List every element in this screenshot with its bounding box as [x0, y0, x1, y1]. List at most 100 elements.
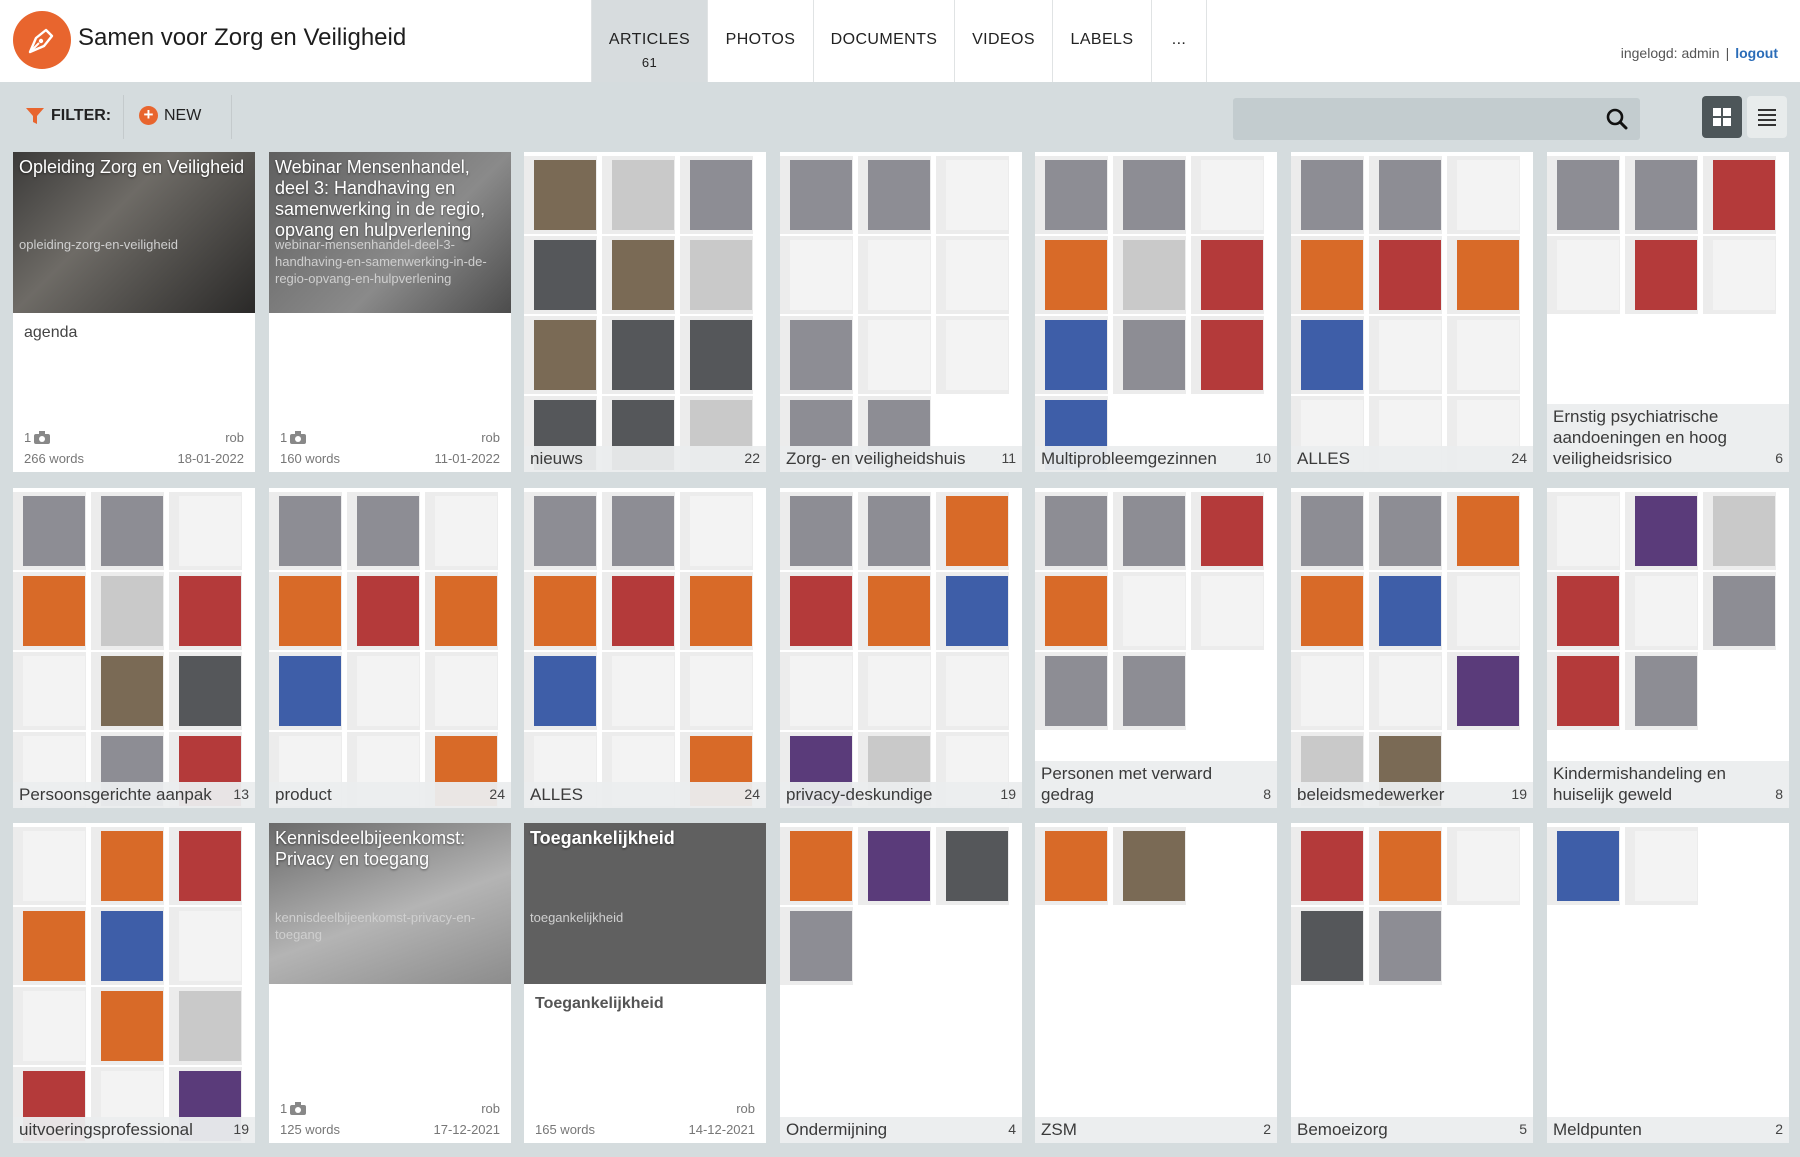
label-name: Persoonsgerichte aanpak [19, 785, 212, 804]
label-card[interactable]: ZSM 2 [1035, 823, 1277, 1143]
thumbnail [1547, 572, 1620, 650]
label-count: 6 [1775, 450, 1783, 466]
label-name: Ernstig psychiatrische aandoeningen en h… [1553, 407, 1727, 468]
thumbnail [1035, 156, 1108, 234]
label-name: uitvoeringsprofessional [19, 1120, 193, 1139]
label-count: 4 [1008, 1121, 1016, 1137]
article-author: rob [225, 430, 244, 445]
thumbnail [269, 492, 342, 570]
search-icon[interactable] [1606, 108, 1628, 130]
tab-labels[interactable]: LABELS [1052, 0, 1151, 82]
thumbnail [1291, 492, 1364, 570]
thumbnail [1113, 236, 1186, 314]
article-card[interactable]: Toegankelijkheid toegankelijkheid Toegan… [524, 823, 766, 1143]
thumbnail [602, 652, 675, 730]
thumbnail [169, 907, 242, 985]
thumbnail [1447, 156, 1520, 234]
article-card[interactable]: Webinar Mensenhandel, deel 3: Handhaving… [269, 152, 511, 472]
thumbnail [680, 572, 753, 650]
tab-videos[interactable]: VIDEOS [954, 0, 1052, 82]
thumbnail [602, 492, 675, 570]
thumbnail [858, 492, 931, 570]
thumbnail [1369, 652, 1442, 730]
label-card[interactable]: beleidsmedewerker 19 [1291, 488, 1533, 808]
thumbnail [1369, 156, 1442, 234]
thumbnail [1547, 156, 1620, 234]
thumbnail [602, 156, 675, 234]
thumbnail [91, 492, 164, 570]
funnel-icon [26, 108, 44, 124]
filter-label: FILTER: [51, 107, 112, 124]
article-title: Webinar Mensenhandel, deel 3: Handhaving… [275, 157, 486, 240]
thumbnail [91, 907, 164, 985]
article-label: agenda [24, 324, 78, 341]
label-caption: ZSM 2 [1035, 1117, 1277, 1143]
label-count: 24 [1511, 450, 1527, 466]
label-name: beleidsmedewerker [1297, 785, 1445, 804]
thumbnail [858, 572, 931, 650]
thumbnail [1113, 827, 1186, 905]
thumbnail [524, 572, 597, 650]
thumbnail [858, 316, 931, 394]
label-card[interactable]: Personen met verward gedrag 8 [1035, 488, 1277, 808]
label-card[interactable]: Ondermijning 4 [780, 823, 1022, 1143]
new-button[interactable]: + NEW [139, 106, 201, 125]
label-card[interactable]: privacy-deskundige 19 [780, 488, 1022, 808]
thumbnail [1291, 156, 1364, 234]
tab-more[interactable]: ... [1151, 0, 1207, 82]
thumbnail [1035, 316, 1108, 394]
label-card[interactable]: Ernstig psychiatrische aandoeningen en h… [1547, 152, 1789, 472]
thumbnail [680, 316, 753, 394]
article-date: 11-01-2022 [434, 451, 500, 466]
article-author: rob [481, 1101, 500, 1116]
app-logo[interactable] [13, 11, 71, 69]
thumbnail [936, 572, 1009, 650]
thumbnail [13, 492, 86, 570]
list-view-button[interactable] [1747, 96, 1787, 138]
thumbnail [680, 492, 753, 570]
tab-photos[interactable]: PHOTOS [707, 0, 813, 82]
thumbnail [1447, 316, 1520, 394]
thumbnail [1703, 572, 1776, 650]
label-caption: Kindermishandeling en huiselijk geweld 8 [1547, 761, 1789, 808]
label-card[interactable]: Zorg- en veiligheidshuis 11 [780, 152, 1022, 472]
tab-documents[interactable]: DOCUMENTS [813, 0, 954, 82]
logout-link[interactable]: logout [1735, 45, 1778, 61]
article-card[interactable]: Kennisdeelbijeenkomst: Privacy en toegan… [269, 823, 511, 1143]
search-input[interactable] [1243, 104, 1583, 134]
thumbnail [602, 572, 675, 650]
word-count: 165 words [535, 1122, 595, 1137]
label-card[interactable]: ALLES 24 [1291, 152, 1533, 472]
list-icon [1758, 109, 1776, 126]
label-card[interactable]: ALLES 24 [524, 488, 766, 808]
thumbnail [91, 827, 164, 905]
grid-view-button[interactable] [1702, 96, 1742, 138]
filter-button[interactable]: FILTER: [25, 106, 111, 126]
thumbnail [1547, 492, 1620, 570]
label-card[interactable]: Meldpunten 2 [1547, 823, 1789, 1143]
article-card[interactable]: Opleiding Zorg en Veiligheid opleiding-z… [13, 152, 255, 472]
label-card[interactable]: Persoonsgerichte aanpak 13 [13, 488, 255, 808]
label-name: ZSM [1041, 1120, 1077, 1139]
word-count: 266 words [24, 451, 84, 466]
label-card[interactable]: uitvoeringsprofessional 19 [13, 823, 255, 1143]
label-card[interactable]: Multiprobleemgezinnen 10 [1035, 152, 1277, 472]
toolbar-divider [231, 95, 232, 139]
word-count: 125 words [280, 1122, 340, 1137]
label-caption: Ondermijning 4 [780, 1117, 1022, 1143]
tab-label: VIDEOS [972, 31, 1035, 48]
label-card[interactable]: Bemoeizorg 5 [1291, 823, 1533, 1143]
thumbnail [936, 652, 1009, 730]
thumbnail [1191, 156, 1264, 234]
tab-articles[interactable]: ARTICLES 61 [591, 0, 707, 82]
thumbnail [13, 572, 86, 650]
label-card[interactable]: Kindermishandeling en huiselijk geweld 8 [1547, 488, 1789, 808]
label-card[interactable]: product 24 [269, 488, 511, 808]
label-card[interactable]: nieuws 22 [524, 152, 766, 472]
thumbnail [425, 652, 498, 730]
label-count: 19 [233, 1121, 249, 1137]
thumbnail [1291, 827, 1364, 905]
label-caption: Zorg- en veiligheidshuis 11 [780, 446, 1022, 472]
thumbnail [780, 316, 853, 394]
app-title[interactable]: Samen voor Zorg en Veiligheid [78, 24, 406, 52]
